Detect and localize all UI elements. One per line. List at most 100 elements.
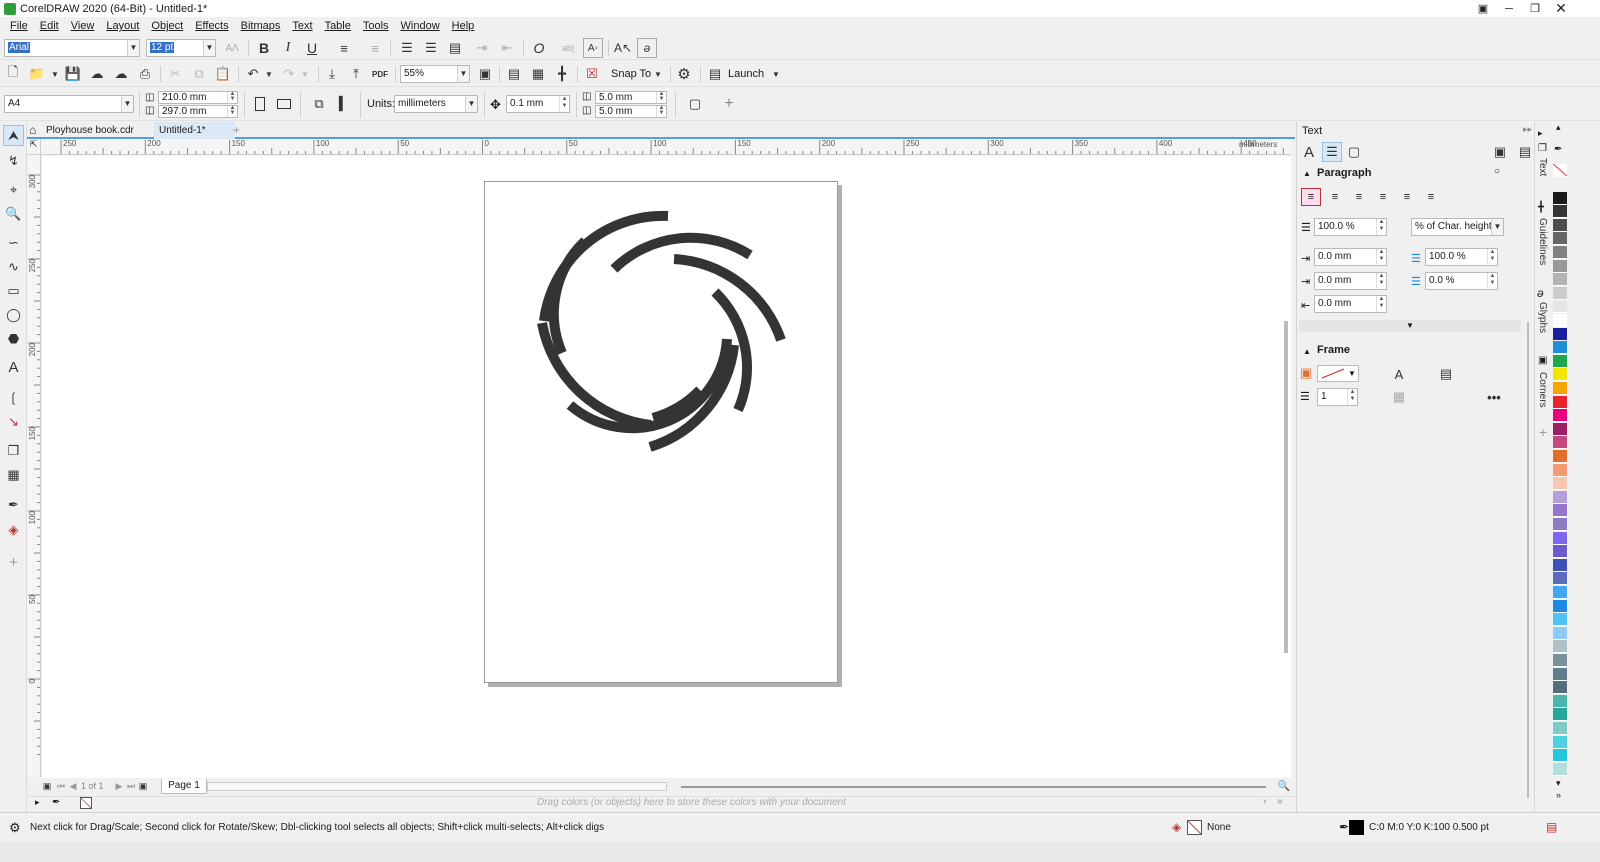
chevron-down-icon[interactable]: ▼ (766, 64, 786, 84)
palette-expand-icon[interactable]: ▸ (35, 797, 40, 808)
page-width-field[interactable]: 210.0 mm ▲ ▼ (158, 91, 238, 104)
drawing-canvas[interactable] (42, 156, 1282, 778)
color-swatch[interactable] (1553, 286, 1567, 300)
freehand-tool-icon[interactable]: ∽ (3, 232, 24, 253)
align-right-button[interactable]: ≡ (1373, 188, 1393, 206)
add-tab-icon[interactable]: + (233, 122, 247, 139)
color-swatch[interactable] (1553, 749, 1567, 763)
current-page-icon[interactable]: ▍ (334, 94, 354, 114)
spinner-icon[interactable]: ▲ ▼ (227, 105, 237, 117)
spinner-icon[interactable]: ▲ ▼ (1376, 249, 1386, 265)
spinner-icon[interactable]: ▲ ▼ (656, 91, 666, 103)
palette-expand-icon[interactable]: » (1556, 790, 1561, 800)
collapse-icon[interactable]: ▲ (1303, 169, 1311, 178)
color-swatch[interactable] (1553, 463, 1567, 477)
palette-eyedropper-icon[interactable]: ✒ (1554, 144, 1562, 155)
add-page-icon[interactable]: ▣ (41, 778, 53, 794)
close-button[interactable]: ✕ (1550, 0, 1572, 16)
shape-tool-icon[interactable]: ↯ (3, 150, 24, 171)
vertical-ruler[interactable]: 300 250 200 150 100 50 0 (27, 155, 41, 777)
color-swatch[interactable] (1553, 436, 1567, 450)
horizontal-scrollbar[interactable] (681, 786, 1266, 788)
color-swatch[interactable] (1553, 613, 1567, 627)
glyphs-docker-icon[interactable]: ə (1537, 286, 1544, 300)
text-properties-icon[interactable]: A◦ (583, 38, 603, 58)
nudge-field[interactable]: 0.1 mm ▲ ▼ (506, 95, 570, 113)
tab-ployhouse-book[interactable]: Ployhouse book.cdr (41, 122, 151, 139)
color-proof-icon[interactable]: ▤ (1546, 820, 1557, 834)
color-swatch[interactable] (1553, 477, 1567, 491)
artistic-media-icon[interactable]: ∿ (3, 256, 24, 277)
color-swatch[interactable] (1553, 504, 1567, 518)
opentype-icon[interactable]: O (529, 38, 549, 58)
menu-text[interactable]: Text (286, 17, 318, 35)
color-swatch[interactable] (1553, 654, 1567, 667)
horizontal-ruler[interactable]: 250 200 150 100 50 0 50 100 150 200 250 300 350 400 45… (41, 139, 1291, 155)
connector-tool-icon[interactable]: ↘ (3, 411, 24, 432)
color-swatch[interactable] (1553, 722, 1567, 735)
tab-guidelines[interactable]: Guidelines (1537, 218, 1548, 265)
color-swatch[interactable] (1553, 545, 1567, 559)
objects-docker-icon[interactable]: ❐ (1538, 143, 1547, 154)
font-size-list[interactable]: 12 pt ▼ (146, 39, 216, 57)
restore-button[interactable]: ❐ (1524, 1, 1546, 16)
first-line-indent-field[interactable]: 0.0 mm ▲ ▼ (1314, 272, 1387, 290)
drop-cap-icon[interactable]: ▤ (445, 38, 465, 58)
text-frame-icon[interactable]: ab| (558, 38, 578, 58)
chevron-down-icon[interactable]: ▼ (648, 64, 668, 84)
spinner-icon[interactable]: ▲ ▼ (1487, 273, 1497, 289)
account-icon[interactable]: ▣ (1472, 1, 1494, 16)
no-color-swatch[interactable] (1553, 164, 1567, 177)
palette-scroll-end-icon[interactable]: » (1277, 796, 1283, 807)
ellipse-tool-icon[interactable]: ◯ (3, 304, 24, 325)
before-paragraph-field[interactable]: 100.0 % ▲ ▼ (1425, 248, 1498, 266)
color-swatch[interactable] (1553, 409, 1567, 423)
color-swatch[interactable] (1553, 450, 1567, 463)
first-page-icon[interactable]: ⏮ (55, 778, 67, 794)
bullet-list-icon[interactable]: ☰ (397, 38, 417, 58)
launch-button[interactable]: Launch (728, 68, 764, 80)
color-swatch[interactable] (1553, 232, 1567, 246)
spinner-icon[interactable]: ▲ ▼ (1376, 296, 1386, 312)
all-pages-icon[interactable]: ⧉ (309, 94, 329, 114)
save-icon[interactable]: 💾 (63, 64, 83, 84)
color-swatch[interactable] (1553, 300, 1567, 314)
color-swatch[interactable] (1553, 368, 1567, 382)
palette-up-icon[interactable]: ▴ (1556, 122, 1561, 133)
duplicate-x-field[interactable]: 5.0 mm ▲ ▼ (595, 91, 667, 104)
guidelines-docker-icon[interactable]: ╋ (1538, 202, 1544, 213)
color-swatch[interactable] (1553, 735, 1567, 749)
open-folder-icon[interactable]: 📁 (27, 64, 47, 84)
page-size-list[interactable]: A4 ▼ (4, 95, 134, 113)
collapse-icon[interactable]: ▲ (1303, 347, 1311, 356)
fill-none-swatch[interactable] (1187, 820, 1202, 835)
tab-page-1[interactable]: Page 1 (161, 779, 207, 794)
docker-options-icon[interactable]: ▣ (1490, 142, 1510, 162)
color-swatch[interactable] (1553, 667, 1567, 681)
docker-settings-icon[interactable]: ▤ (1515, 142, 1535, 162)
color-swatch[interactable] (1553, 626, 1567, 640)
menu-help[interactable]: Help (446, 17, 481, 35)
vertical-scrollbar[interactable] (1282, 156, 1291, 778)
color-swatch[interactable] (1553, 259, 1567, 273)
document-palette[interactable]: ▸ ✒ Drag colors (or objects) here to sto… (27, 796, 1295, 810)
landscape-icon[interactable] (274, 94, 294, 114)
italic-button[interactable]: I (278, 38, 298, 58)
print-icon[interactable]: ⎙ (135, 64, 155, 84)
color-swatch[interactable] (1553, 395, 1567, 409)
spacing-unit-list[interactable]: % of Char. height ▼ (1411, 218, 1504, 236)
tab-glyphs[interactable]: Glyphs (1537, 302, 1548, 333)
color-swatch[interactable] (1553, 708, 1567, 722)
zoom-levels[interactable]: 55% ▼ (400, 65, 470, 83)
swirl-graphic[interactable] (485, 182, 839, 684)
color-swatch[interactable] (1553, 572, 1567, 586)
pick-tool-icon[interactable]: ⮝ (3, 125, 24, 146)
ruler-origin-icon[interactable]: ⇱ (27, 139, 41, 155)
add-icon[interactable]: + (719, 94, 739, 114)
indent-icon[interactable]: ⇥ (472, 38, 492, 58)
color-swatch[interactable] (1553, 191, 1567, 205)
color-swatch[interactable] (1553, 518, 1567, 531)
color-swatch[interactable] (1553, 246, 1567, 259)
frame-fill-picker[interactable]: ▼ (1317, 365, 1359, 382)
prev-page-icon[interactable]: ◀ (67, 778, 79, 794)
